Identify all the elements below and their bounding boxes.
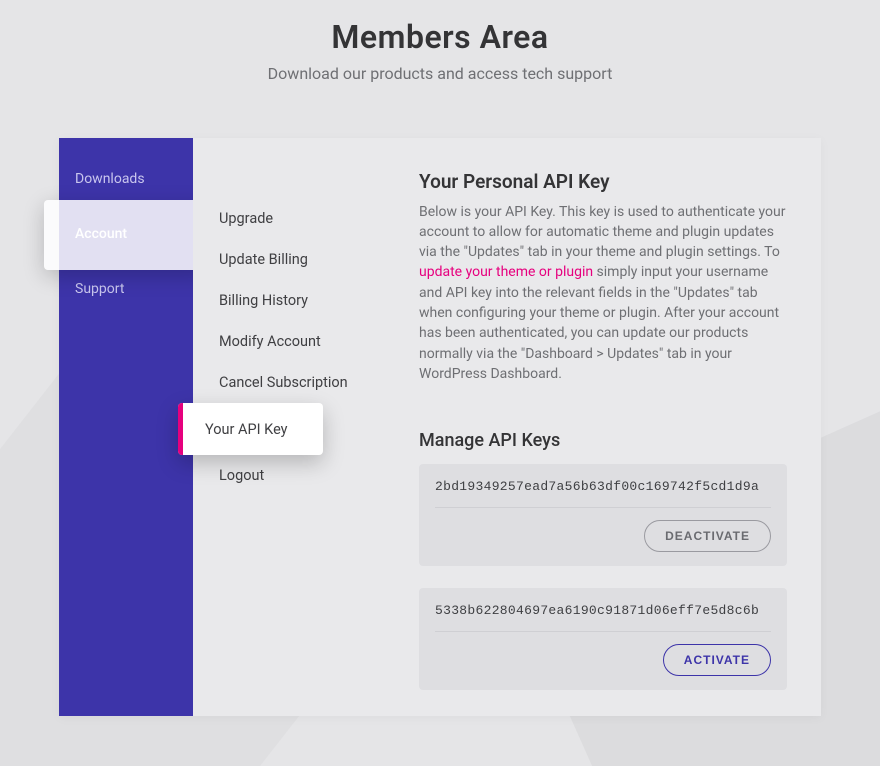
content-title: Your Personal API Key [419, 168, 787, 196]
submenu-item-cancel-subscription[interactable]: Cancel Subscription [193, 362, 385, 403]
submenu-item-your-api-key[interactable]: Your API Key [193, 403, 385, 455]
submenu-item-label: Your API Key [183, 421, 288, 438]
submenu-item-update-billing[interactable]: Update Billing [193, 239, 385, 280]
submenu-item-modify-account[interactable]: Modify Account [193, 321, 385, 362]
submenu: Upgrade Update Billing Billing History M… [193, 138, 385, 716]
api-key-value: 2bd19349257ead7a56b63df00c169742f5cd1d9a [435, 478, 771, 508]
content-body-after: simply input your username and API key i… [419, 264, 779, 381]
activate-button[interactable]: ACTIVATE [663, 644, 771, 676]
sidebar-item-downloads[interactable]: Downloads [59, 158, 193, 200]
content-body-before: Below is your API Key. This key is used … [419, 204, 786, 261]
deactivate-button[interactable]: DEACTIVATE [644, 520, 771, 552]
sidebar-item-account[interactable]: Account [59, 200, 193, 268]
page-title: Members Area [0, 18, 880, 56]
submenu-item-upgrade[interactable]: Upgrade [193, 198, 385, 239]
submenu-item-logout[interactable]: Logout [193, 455, 385, 496]
api-key-value: 5338b622804697ea6190c91871d06eff7e5d8c6b [435, 602, 771, 632]
content-body: Below is your API Key. This key is used … [419, 202, 787, 385]
sidebar-item-support[interactable]: Support [59, 268, 193, 310]
submenu-item-billing-history[interactable]: Billing History [193, 280, 385, 321]
manage-keys-title: Manage API Keys [419, 428, 787, 454]
content-area: Your Personal API Key Below is your API … [385, 138, 821, 716]
submenu-active-highlight: Your API Key [178, 403, 323, 455]
api-key-row: 2bd19349257ead7a56b63df00c169742f5cd1d9a… [419, 464, 787, 566]
main-panel: Downloads Account Support Upgrade Update… [59, 138, 821, 716]
page-subtitle: Download our products and access tech su… [0, 64, 880, 83]
sidebar: Downloads Account Support [59, 138, 193, 716]
update-theme-link[interactable]: update your theme or plugin [419, 264, 593, 280]
api-key-row: 5338b622804697ea6190c91871d06eff7e5d8c6b… [419, 588, 787, 690]
page-header: Members Area Download our products and a… [0, 0, 880, 83]
